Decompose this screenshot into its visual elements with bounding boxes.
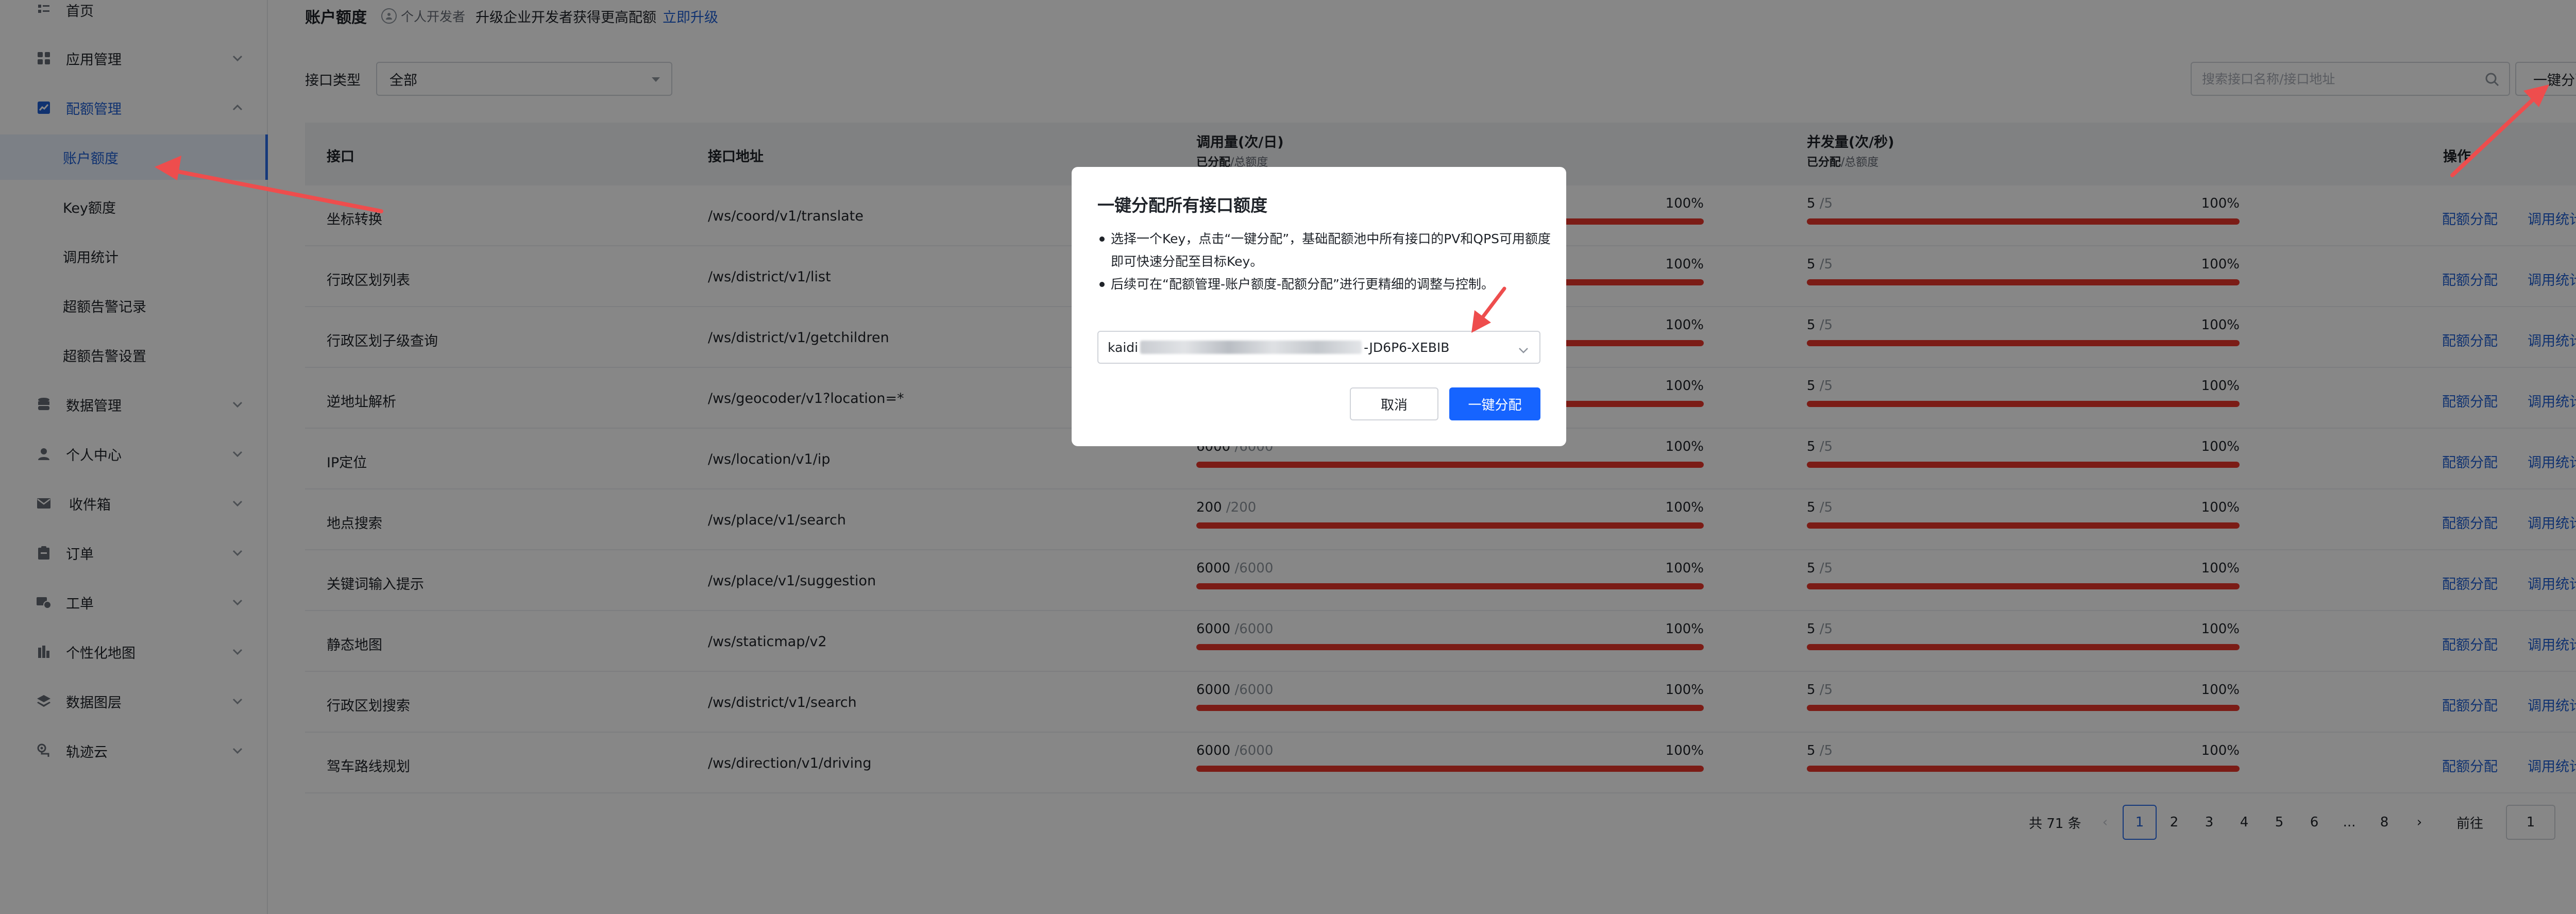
dialog-bullet: 后续可在“配额管理-账户额度-配额分配”进行更精细的调整与控制。: [1097, 273, 1561, 296]
oneclick-allocate-dialog: 一键分配所有接口额度 选择一个Key，点击“一键分配”，基础配额池中所有接口的P…: [1072, 167, 1566, 446]
app-root: 首页 应用管理 配额管理 账户额度 Key额度 调用统计 超额告警记录 超额告警…: [0, 0, 2576, 914]
key-select[interactable]: kaidi -JD6P6-XEBIB: [1097, 331, 1540, 364]
key-redacted: [1140, 341, 1362, 354]
dialog-description: 选择一个Key，点击“一键分配”，基础配额池中所有接口的PV和QPS可用额度即可…: [1097, 228, 1561, 296]
key-select-suffix: -JD6P6-XEBIB: [1364, 340, 1450, 355]
dialog-bullet: 选择一个Key，点击“一键分配”，基础配额池中所有接口的PV和QPS可用额度即可…: [1097, 228, 1561, 273]
confirm-allocate-button[interactable]: 一键分配: [1449, 387, 1540, 420]
modal-overlay[interactable]: [0, 0, 2576, 914]
dialog-title: 一键分配所有接口额度: [1097, 195, 1267, 215]
cancel-button[interactable]: 取消: [1350, 387, 1438, 420]
key-select-prefix: kaidi: [1108, 340, 1139, 355]
chevron-down-icon: [1518, 342, 1529, 357]
